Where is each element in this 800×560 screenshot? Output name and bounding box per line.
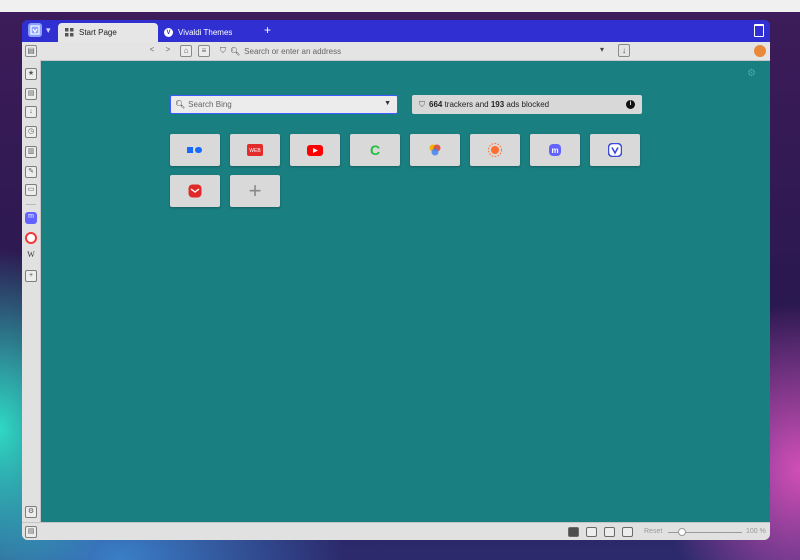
address-field[interactable]: ⛉ 🔍︎ Search or enter an address [220, 44, 640, 58]
search-icon: 🔍︎ [230, 46, 241, 56]
speed-dial-mastodon[interactable]: m [530, 134, 580, 166]
search-engine-icon: 🔍︎ [175, 100, 186, 109]
vivaldi-icon [608, 143, 622, 157]
search-placeholder: Search Bing [188, 100, 232, 109]
image-toggle-icon[interactable] [586, 527, 597, 537]
mastodon-icon: m [548, 143, 562, 157]
web-de-icon: WEB [247, 144, 263, 156]
bookmarks-icon[interactable]: ★ [25, 68, 37, 80]
speed-dial-colorful-app[interactable] [410, 134, 460, 166]
tiling-icon[interactable] [622, 527, 633, 537]
grid-icon [64, 28, 74, 38]
speed-dial-vivaldi-mail[interactable] [170, 175, 220, 207]
mastodon-panel-icon[interactable]: m [25, 212, 37, 224]
wikipedia-panel-icon[interactable]: W [25, 250, 37, 262]
zoom-level: 100 % [746, 528, 766, 535]
status-bar: ▤ Reset 100 % [22, 522, 770, 540]
browser-window: ▾ Start Page V Vivaldi Themes + ▤ < > ⌂ … [22, 20, 770, 540]
vivaldi-panel-icon[interactable] [25, 232, 37, 244]
tab-list-chevron-icon[interactable]: ▾ [46, 25, 51, 35]
tab-vivaldi-themes[interactable]: V Vivaldi Themes [158, 23, 258, 42]
translate-icon[interactable]: ✎ [25, 166, 37, 178]
zoom-slider-handle[interactable] [678, 528, 686, 536]
new-tab-button[interactable]: + [264, 23, 271, 37]
address-placeholder: Search or enter an address [244, 46, 342, 56]
notes-icon[interactable]: ▥ [25, 146, 37, 158]
sunburst-icon [488, 143, 502, 157]
search-engine-chevron-icon[interactable]: ▼ [384, 100, 391, 107]
c-letter-icon: C [369, 142, 381, 158]
add-speed-dial-button[interactable]: + [230, 175, 280, 207]
side-panel: ★ ▤ ↓ ◷ ▥ ✎ ▭ m W + ⚙ [22, 60, 41, 540]
info-icon[interactable]: i [626, 100, 635, 109]
downloads-panel-icon[interactable]: ↓ [25, 106, 37, 118]
behance-icon [187, 146, 203, 154]
tracker-text-end: ads blocked [504, 100, 550, 109]
tab-label: Start Page [79, 28, 117, 37]
extension-cat-icon[interactable] [754, 45, 766, 57]
start-page-settings-icon[interactable]: ⚙ [747, 68, 756, 79]
speed-dial-sunburst[interactable] [470, 134, 520, 166]
forward-button[interactable]: > [162, 45, 174, 57]
tracker-count: 664 [429, 100, 443, 109]
add-web-panel-icon[interactable]: + [25, 270, 37, 282]
settings-gear-icon[interactable]: ⚙ [25, 506, 37, 518]
colorful-app-icon [428, 143, 442, 157]
plus-icon: + [248, 178, 262, 203]
zoom-reset-button[interactable]: Reset [644, 528, 662, 535]
youtube-icon [307, 144, 323, 156]
tracker-text: trackers and [442, 100, 491, 109]
shield-icon: ⛉ [220, 46, 226, 55]
vivaldi-menu-icon [30, 25, 40, 35]
page-actions-icon[interactable] [604, 527, 615, 537]
ads-count: 193 [490, 100, 505, 109]
speed-dial-youtube[interactable] [290, 134, 340, 166]
window-panel-icon[interactable]: ▭ [25, 184, 37, 196]
svg-text:m: m [551, 146, 558, 155]
search-input[interactable]: 🔍︎ Search Bing ▼ [170, 95, 398, 114]
speed-dial-vivaldi[interactable] [590, 134, 640, 166]
os-top-bar [0, 0, 800, 12]
panel-toggle-bottom-icon[interactable]: ▤ [25, 526, 37, 538]
closed-tabs-trash-icon[interactable] [754, 24, 764, 37]
svg-text:WEB: WEB [249, 148, 261, 154]
vivaldi-menu-button[interactable] [28, 23, 42, 37]
speed-dial-c-site[interactable]: C [350, 134, 400, 166]
tracker-blocker-summary[interactable]: ⛉ 664 trackers and 193 ads blocked i [412, 95, 642, 114]
capture-icon[interactable] [568, 527, 579, 537]
tab-label: Vivaldi Themes [178, 28, 233, 37]
vivaldi-icon: V [164, 28, 173, 37]
tab-bar: ▾ Start Page V Vivaldi Themes + [22, 20, 770, 42]
address-bar: ▤ < > ⌂ ≡ ⛉ 🔍︎ Search or enter an addres… [22, 42, 770, 61]
reading-list-icon[interactable]: ▤ [25, 88, 37, 100]
shield-icon: ⛉ [419, 99, 425, 109]
reader-view-icon[interactable]: ≡ [198, 45, 210, 57]
panel-toggle-icon[interactable]: ▤ [25, 45, 37, 57]
vivaldi-mail-icon [188, 184, 202, 198]
panel-divider [26, 204, 36, 205]
back-button[interactable]: < [146, 45, 158, 57]
speed-dial-behance[interactable] [170, 134, 220, 166]
downloads-icon[interactable]: ↓ [618, 44, 630, 57]
speed-dial-web-de[interactable]: WEB [230, 134, 280, 166]
address-history-chevron-icon[interactable]: ▾ [600, 45, 604, 54]
history-icon[interactable]: ◷ [25, 126, 37, 138]
tab-start-page[interactable]: Start Page [58, 23, 158, 42]
home-icon[interactable]: ⌂ [180, 45, 192, 57]
